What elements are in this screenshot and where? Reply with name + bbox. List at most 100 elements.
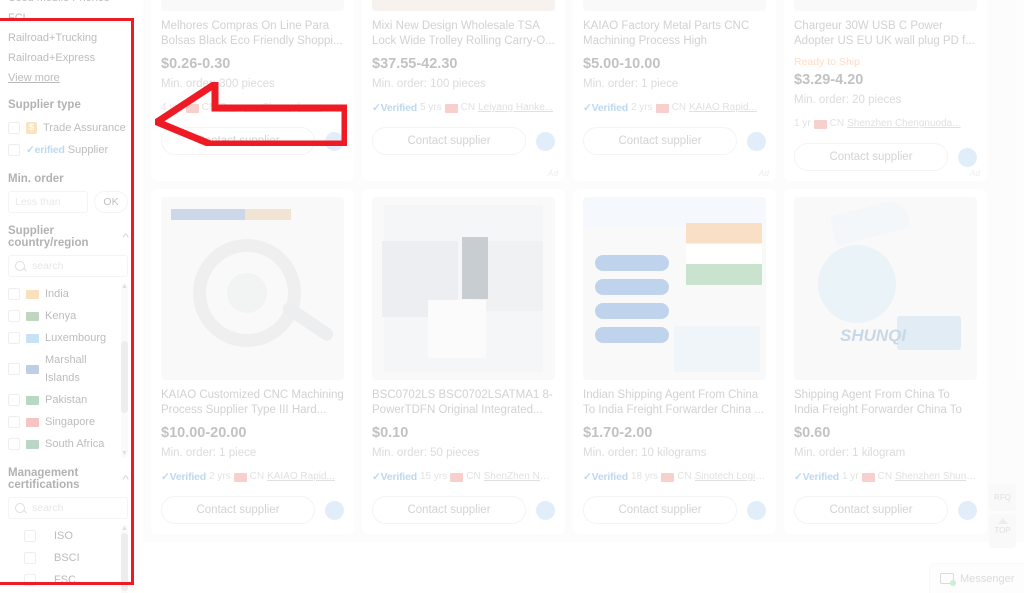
contact-supplier-button[interactable]: Contact supplier [161, 496, 315, 524]
checkbox-country-south-africa[interactable] [8, 438, 20, 450]
sidebar-link-used-mobile-phones[interactable]: Used Mobile Phones [8, 0, 128, 8]
contact-supplier-button[interactable]: Contact supplier [372, 127, 526, 155]
chat-icon[interactable] [325, 495, 344, 520]
chat-icon[interactable] [747, 126, 766, 151]
product-title[interactable]: Indian Shipping Agent From China To Indi… [583, 388, 766, 418]
scroll-up-arrow-icon[interactable]: ▲ [121, 283, 128, 291]
filter-cert-iso[interactable]: ISO [8, 525, 116, 547]
product-title[interactable]: Mixi New Design Wholesale TSA Lock Wide … [372, 19, 555, 49]
scroll-down-arrow-icon[interactable]: ▼ [121, 450, 128, 458]
contact-supplier-button[interactable]: Contact supplier [794, 496, 948, 524]
supplier-years: 1 yr [841, 471, 859, 482]
contact-supplier-button[interactable]: Contact supplier [161, 127, 315, 155]
sidebar-link-railroad-express[interactable]: Railroad+Express [8, 48, 128, 68]
filter-trade-assurance[interactable]: Trade Assurance [8, 117, 128, 139]
cert-scroll-up-arrow-icon[interactable]: ▲ [121, 525, 128, 533]
supplier-name[interactable]: KAIAO Rapid... [689, 101, 757, 115]
country-list-scrollbar[interactable]: ▲ ▼ [121, 283, 128, 458]
product-card[interactable]: Mixi New Design Wholesale TSA Lock Wide … [362, 0, 565, 181]
contact-supplier-button[interactable]: Contact supplier [372, 496, 526, 524]
contact-supplier-button[interactable]: Contact supplier [583, 127, 737, 155]
certifications-search-box[interactable] [8, 497, 128, 519]
supplier-country-heading[interactable]: Supplier country/region ^ [8, 225, 129, 249]
checkbox-cert-bsci[interactable] [24, 552, 36, 564]
country-search-input[interactable] [30, 259, 121, 273]
certifications-scroll-thumb[interactable] [121, 533, 128, 591]
product-image[interactable] [161, 197, 344, 380]
product-title[interactable]: Chargeur 30W USB C Power Adopter US EU U… [794, 19, 977, 49]
checkbox-country-kenya[interactable] [8, 310, 20, 322]
filter-verified-supplier[interactable]: ✓erified Supplier [8, 139, 128, 161]
country-scroll-thumb[interactable] [121, 341, 128, 413]
view-more-link[interactable]: View more [8, 69, 60, 87]
supplier-name[interactable]: ShenZhen Nova... [484, 470, 555, 484]
min-order-input[interactable] [8, 191, 88, 213]
product-image[interactable] [372, 197, 555, 380]
product-card[interactable]: Indian Shipping Agent From China To Indi… [573, 189, 776, 534]
product-image[interactable] [794, 0, 977, 11]
rfq-button[interactable]: RFQ [989, 484, 1016, 511]
filter-country-south-africa[interactable]: South Africa [8, 433, 116, 455]
checkbox-trade-assurance[interactable] [8, 122, 20, 134]
product-price: $3.29-4.20 [794, 72, 864, 88]
supplier-name[interactable]: Cangnan Shuanglian... [219, 101, 321, 115]
product-title[interactable]: KAIAO Customized CNC Machining Process S… [161, 388, 344, 418]
chat-icon[interactable] [536, 126, 555, 151]
filter-country-luxembourg[interactable]: Luxembourg [8, 327, 116, 349]
product-card[interactable]: Chargeur 30W USB C Power Adopter US EU U… [784, 0, 987, 181]
management-certifications-heading[interactable]: Management certifications ^ [8, 467, 129, 491]
product-title[interactable]: BSC0702LS BSC0702LSATMA1 8-PowerTDFN Ori… [372, 388, 555, 418]
contact-supplier-button[interactable]: Contact supplier [583, 496, 737, 524]
supplier-name[interactable]: KAIAO Rapid... [267, 470, 335, 484]
checkbox-country-marshall-islands[interactable] [8, 363, 20, 375]
checkbox-country-luxembourg[interactable] [8, 332, 20, 344]
supplier-name[interactable]: Leiyang Hanke... [478, 101, 553, 115]
sidebar-link-fcl[interactable]: FCL [8, 8, 128, 28]
certifications-list-scrollbar[interactable]: ▲ [121, 525, 128, 593]
supplier-name[interactable]: Shenzhen Chengnuoda... [847, 117, 960, 131]
filter-country-marshall-islands[interactable]: Marshall Islands [8, 349, 116, 389]
chat-icon[interactable] [958, 495, 977, 520]
product-image[interactable]: SHUNQI [794, 197, 977, 380]
messenger-bar[interactable]: Messenger [929, 563, 1024, 593]
product-image[interactable]: EVERYTHINGWILL BEOK [161, 0, 344, 11]
product-image[interactable] [372, 0, 555, 11]
certifications-search-input[interactable] [30, 501, 121, 515]
product-image[interactable] [583, 197, 766, 380]
chevron-up-icon-certifications[interactable]: ^ [122, 474, 129, 484]
filter-cert-bsci[interactable]: BSCI [8, 547, 116, 569]
checkbox-country-india[interactable] [8, 288, 20, 300]
sidebar-link-railroad-trucking[interactable]: Railroad+Trucking [8, 28, 128, 48]
chevron-up-icon[interactable]: ^ [122, 232, 129, 242]
filter-country-taiwan-china[interactable]: Taiwan China [8, 455, 116, 458]
product-card[interactable]: KAIAO Factory Metal Parts CNC Machining … [573, 0, 776, 181]
product-title[interactable]: Melhores Compras On Line Para Bolsas Bla… [161, 19, 344, 49]
chat-icon[interactable] [747, 495, 766, 520]
back-to-top-button[interactable]: TOP [989, 514, 1016, 548]
filter-cert-fsc[interactable]: FSC [8, 569, 116, 591]
checkbox-cert-iso[interactable] [24, 530, 36, 542]
checkbox-country-singapore[interactable] [8, 416, 20, 428]
checkbox-country-pakistan[interactable] [8, 394, 20, 406]
chat-icon[interactable] [536, 495, 555, 520]
country-search-box[interactable] [8, 255, 128, 277]
product-card[interactable]: SHUNQI Shipping Agent From China To Indi… [784, 189, 987, 534]
product-card[interactable]: BSC0702LS BSC0702LSATMA1 8-PowerTDFN Ori… [362, 189, 565, 534]
contact-supplier-button[interactable]: Contact supplier [794, 143, 948, 171]
min-order-ok-button[interactable]: OK [94, 191, 128, 213]
product-title[interactable]: Shipping Agent From China To India Freig… [794, 388, 977, 418]
product-card[interactable]: EVERYTHINGWILL BEOK Melhores Compras On … [151, 0, 354, 181]
checkbox-cert-fsc[interactable] [24, 574, 36, 586]
supplier-name[interactable]: Shenzhen Shunqi... [895, 470, 977, 484]
checkbox-verified-supplier[interactable] [8, 144, 20, 156]
product-title[interactable]: KAIAO Factory Metal Parts CNC Machining … [583, 19, 766, 49]
chat-icon[interactable] [325, 126, 344, 151]
filter-country-pakistan[interactable]: Pakistan [8, 389, 116, 411]
supplier-name[interactable]: Sinotech Logisti... [695, 470, 766, 484]
product-card[interactable]: KAIAO Customized CNC Machining Process S… [151, 189, 354, 534]
filter-country-india[interactable]: India [8, 283, 116, 305]
chat-icon[interactable] [958, 142, 977, 167]
filter-country-kenya[interactable]: Kenya [8, 305, 116, 327]
product-image[interactable] [583, 0, 766, 11]
filter-country-singapore[interactable]: Singapore [8, 411, 116, 433]
